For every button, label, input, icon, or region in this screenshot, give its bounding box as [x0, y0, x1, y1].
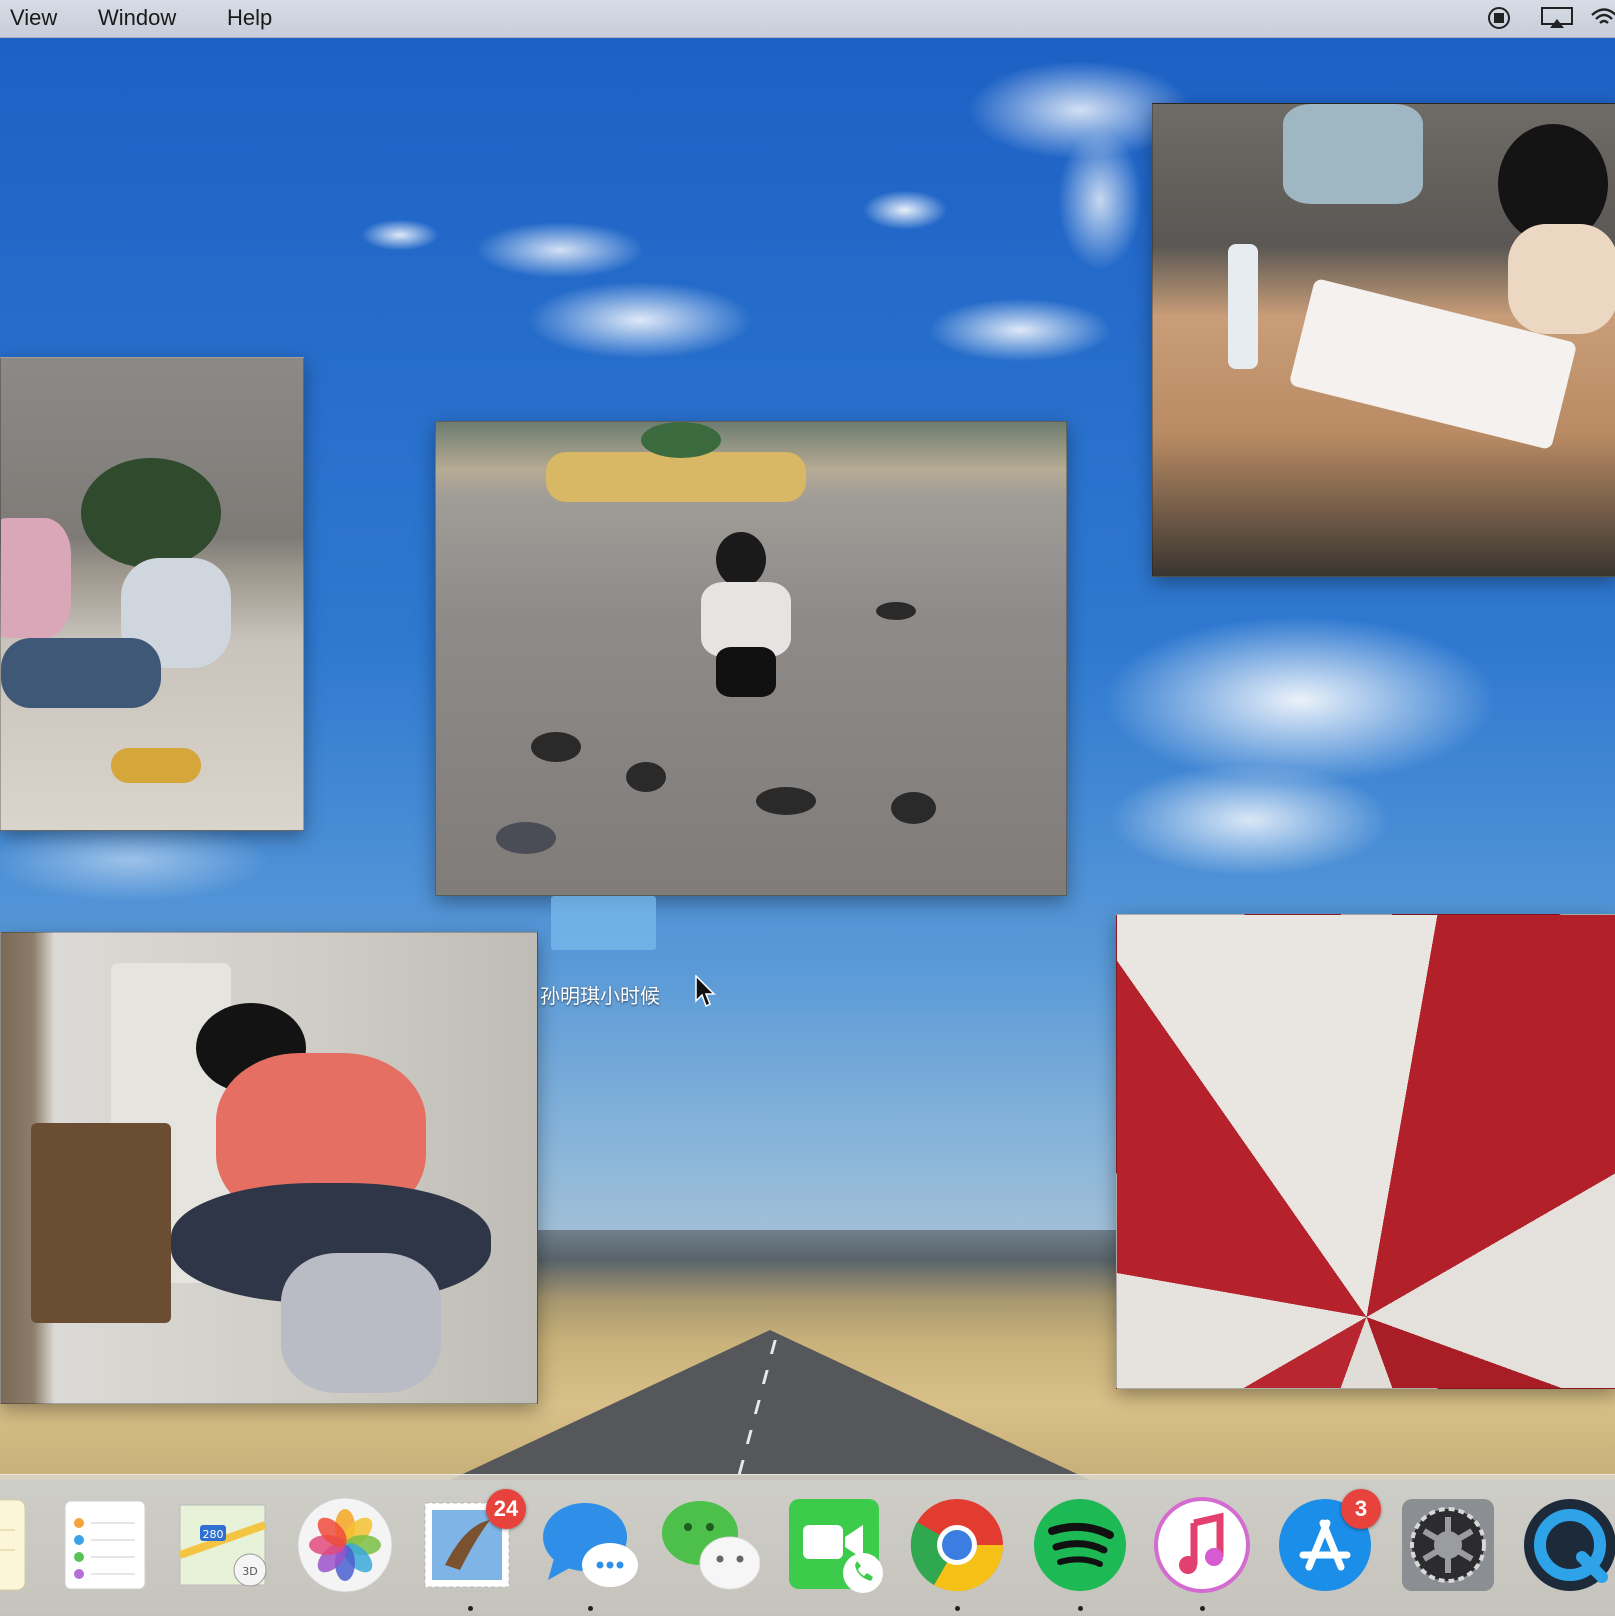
dock-app-mail[interactable]: 24 — [420, 1489, 526, 1611]
wechat-icon — [662, 1501, 761, 1590]
running-indicator — [955, 1606, 960, 1611]
facetime-icon — [789, 1499, 883, 1593]
spotify-icon — [1034, 1499, 1126, 1591]
photo-plant — [81, 458, 221, 568]
mail-badge: 24 — [486, 1489, 526, 1529]
dock-app-chrome[interactable] — [907, 1495, 1007, 1611]
running-indicator — [468, 1606, 473, 1611]
desktop: 孙明琪小时候 — [0, 0, 1615, 1615]
running-indicator — [588, 1606, 593, 1611]
dock-app-quicktime[interactable] — [1520, 1495, 1615, 1595]
dock-app-system-preferences[interactable] — [1398, 1495, 1498, 1595]
photo-adult — [1283, 104, 1423, 204]
photo-window-pigeons[interactable] — [435, 421, 1067, 896]
quicktime-icon — [1524, 1499, 1615, 1591]
dock-app-wechat[interactable] — [660, 1495, 761, 1595]
photo-window-umbrella[interactable] — [1116, 914, 1615, 1389]
dock-app-facetime[interactable] — [785, 1495, 885, 1595]
dock-app-messages[interactable] — [540, 1495, 640, 1611]
photo-window-plant[interactable] — [0, 357, 304, 831]
photo-fountain — [546, 452, 806, 502]
photo-jeans — [1, 638, 161, 708]
dock-app-reminders[interactable] — [55, 1495, 155, 1595]
photo-pigeon — [626, 762, 666, 792]
photo-water-bottle — [1228, 244, 1258, 369]
dock-app-spotify[interactable] — [1030, 1495, 1130, 1611]
wifi-icon[interactable] — [1590, 6, 1615, 30]
photo-girl-pants — [716, 647, 776, 697]
maps-route-number: 280 — [203, 1528, 224, 1541]
photo-girl-vest — [701, 582, 791, 657]
photo-girl-head — [716, 532, 766, 587]
maps-icon: 280 3D — [178, 1504, 267, 1587]
menu-view[interactable]: View — [10, 5, 57, 31]
selected-file-label[interactable]: 孙明琪小时候 — [540, 980, 660, 1009]
photo-pigeon — [891, 792, 936, 824]
photo-window-girl-skirt[interactable] — [0, 932, 538, 1404]
svg-text:3D: 3D — [242, 1565, 257, 1578]
chrome-icon — [910, 1499, 1004, 1592]
app-store-badge: 3 — [1341, 1489, 1381, 1529]
photo-planter — [641, 422, 721, 458]
dock-app-notes[interactable] — [0, 1495, 30, 1595]
photo-pigeon — [876, 602, 916, 620]
running-indicator — [1200, 1606, 1205, 1611]
menu-window[interactable]: Window — [98, 5, 176, 31]
mouse-cursor-icon — [695, 975, 716, 1008]
itunes-icon — [1154, 1497, 1250, 1593]
photo-girl-dress — [1508, 224, 1615, 334]
photo-window-drawing[interactable] — [1152, 103, 1615, 577]
menu-bar: View Window Help — [0, 0, 1615, 38]
dock-app-itunes[interactable] — [1152, 1495, 1252, 1611]
dock-app-maps[interactable]: 280 3D — [175, 1495, 275, 1595]
screen-record-icon[interactable] — [1486, 6, 1512, 30]
photo-pigeon — [496, 822, 556, 854]
photos-icon — [297, 1497, 393, 1593]
menu-help[interactable]: Help — [227, 5, 272, 31]
photo-person — [1, 518, 71, 638]
running-indicator — [1078, 1606, 1083, 1611]
photo-sandal — [111, 748, 201, 783]
dock-app-app-store[interactable]: 3 — [1275, 1489, 1381, 1595]
reminders-icon — [64, 1500, 146, 1590]
notes-icon — [0, 1499, 26, 1591]
airplay-icon[interactable] — [1540, 6, 1574, 30]
photo-pigeon — [756, 787, 816, 815]
file-selection-box[interactable] — [551, 896, 656, 950]
photo-girl-legs — [281, 1253, 441, 1393]
dock: 280 3D 24 3 — [0, 1474, 1615, 1616]
photo-chair — [31, 1123, 171, 1323]
photo-pigeon — [531, 732, 581, 762]
dock-app-photos[interactable] — [295, 1495, 395, 1595]
system-preferences-icon — [1402, 1499, 1494, 1591]
messages-icon — [543, 1503, 638, 1587]
